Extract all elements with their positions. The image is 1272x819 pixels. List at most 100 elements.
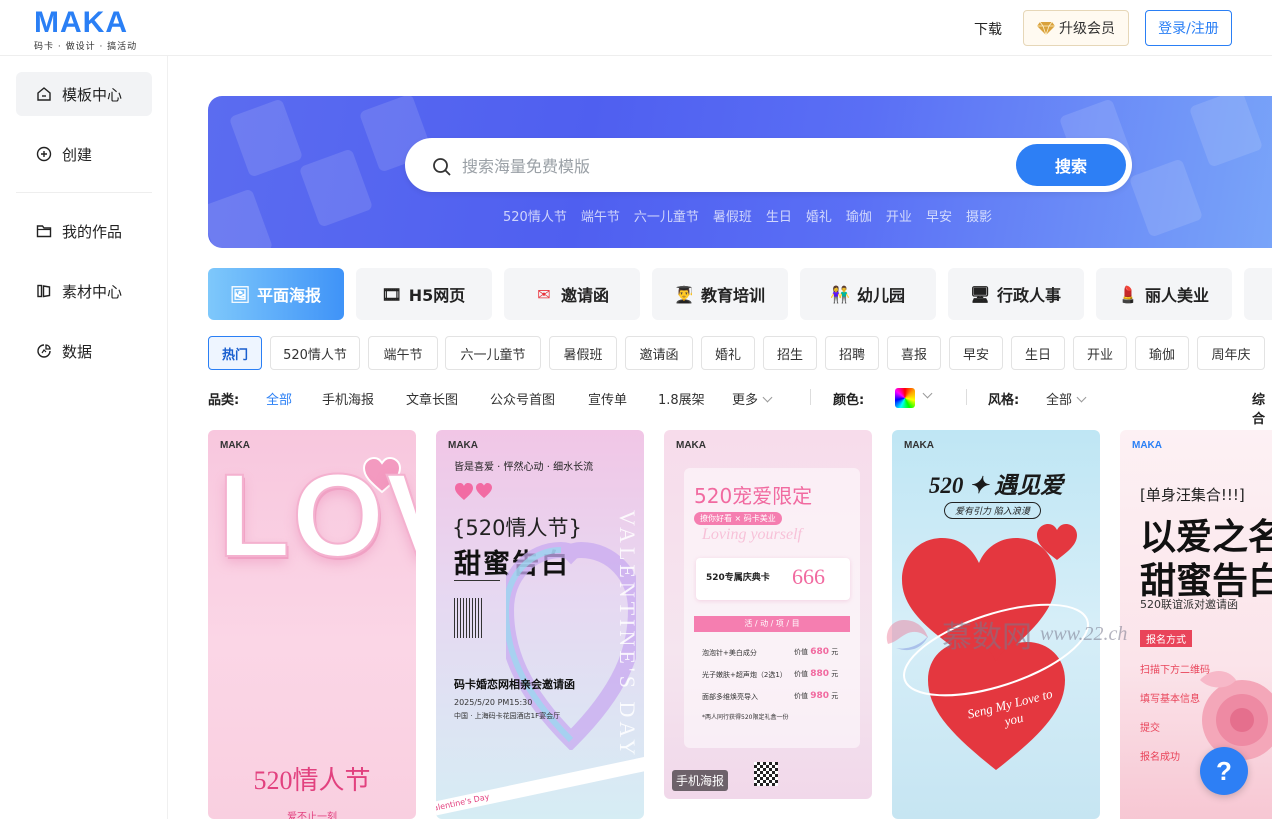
library-icon (37, 284, 51, 298)
card-event: 码卡婚恋网相亲会邀请函 (454, 678, 575, 691)
category-tab-kindergarten[interactable]: 👫 幼儿园 (800, 268, 936, 320)
filter-color-label: 颜色: (833, 393, 865, 408)
category-label: 行政人事 (996, 286, 1061, 305)
film-icon: 🎞 (381, 284, 402, 304)
style-dropdown[interactable]: 全部 (1046, 389, 1087, 408)
card-title: 520宠爱限定 (694, 484, 813, 508)
tag-chip[interactable]: 喜报 (887, 336, 941, 370)
download-link[interactable]: 下载 (974, 19, 1002, 39)
category-tab-poster[interactable]: 🖼 平面海报 (208, 268, 344, 320)
tag-chip[interactable]: 520情人节 (270, 336, 360, 370)
card-item-name: 面部多维焕亮导入 (702, 693, 758, 701)
hot-word[interactable]: 六一儿童节 (634, 206, 699, 225)
tag-chip[interactable]: 端午节 (368, 336, 438, 370)
hot-word[interactable]: 端午节 (581, 206, 620, 225)
card-section-title: 活 / 动 / 项 / 目 (694, 616, 850, 632)
tag-chip-hot[interactable]: 热门 (208, 336, 262, 370)
diamond-icon (1037, 21, 1055, 35)
filter-option[interactable]: 1.8展架 (658, 389, 705, 408)
category-tab-invitation[interactable]: ✉ 邀请函 (504, 268, 640, 320)
card-ribbon: Valentine's Day (436, 753, 644, 817)
price-label: 价值 (794, 648, 808, 656)
picture-icon: 🖼 (229, 284, 251, 304)
banner-decor (1128, 158, 1204, 238)
search-icon (433, 158, 451, 176)
chevron-down-icon (762, 392, 773, 403)
tag-chip[interactable]: 婚礼 (701, 336, 755, 370)
price-unit: 元 (831, 692, 839, 700)
barcode-decor (454, 598, 482, 638)
help-button[interactable]: ? (1200, 747, 1248, 795)
filter-category-label: 品类: (208, 393, 240, 408)
banner-decor (228, 98, 304, 178)
filter-option-all[interactable]: 全部 (266, 389, 292, 408)
sidebar-item-data[interactable]: 数据 (16, 329, 152, 373)
filter-option[interactable]: 手机海报 (322, 389, 374, 408)
hot-word[interactable]: 瑜伽 (846, 206, 872, 225)
category-tab-more[interactable] (1244, 268, 1272, 320)
voucher-label: 520专属庆典卡 (706, 573, 770, 583)
sidebar-item-create[interactable]: 创建 (16, 132, 152, 176)
template-card[interactable]: MAKA LOVE 520情人节 爱不止一刻 (208, 430, 416, 819)
card-item-name: 光子嫩肤+超声炮（2选1） (702, 671, 787, 679)
tag-chip[interactable]: 早安 (949, 336, 1003, 370)
maka-logo[interactable]: MAKA 码卡 · 做设计 · 搞活动 (34, 8, 137, 53)
tag-chip[interactable]: 瑜伽 (1135, 336, 1189, 370)
template-card[interactable]: MAKA 皆是喜爱 · 怦然心动 · 细水长流 {520情人节} 甜蜜告白 VA… (436, 430, 644, 819)
category-tab-h5[interactable]: 🎞 H5网页 (356, 268, 492, 320)
card-footnote: 爱不止一刻 (287, 812, 337, 819)
category-tab-beauty[interactable]: 💄 丽人美业 (1096, 268, 1232, 320)
filter-option[interactable]: 文章长图 (406, 389, 458, 408)
voucher-number: 666 (792, 564, 825, 589)
upgrade-vip-button[interactable]: 升级会员 (1023, 10, 1129, 46)
filter-divider (966, 389, 967, 405)
sidebar-item-material-center[interactable]: 素材中心 (16, 269, 152, 313)
template-card[interactable]: MAKA 520宠爱限定 撩你好看 × 码卡美业 Loving yourself… (664, 430, 872, 799)
hot-word[interactable]: 520情人节 (503, 206, 567, 225)
category-tab-education[interactable]: 👨‍🎓 教育培训 (652, 268, 788, 320)
color-picker-swatch[interactable] (895, 388, 915, 408)
tag-chip[interactable]: 生日 (1011, 336, 1065, 370)
card-big-text: LOVE (217, 450, 416, 582)
tag-chip[interactable]: 暑假班 (549, 336, 617, 370)
tag-chip[interactable]: 招生 (763, 336, 817, 370)
card-script: Loving yourself (702, 526, 802, 543)
template-card[interactable]: MAKA [单身汪集合!!!] 以爱之名 甜蜜告白 520联谊派对邀请函 报名方… (1120, 430, 1272, 819)
category-label: 邀请函 (560, 286, 609, 305)
category-label: 教育培训 (700, 286, 765, 305)
search-input[interactable] (462, 153, 1002, 179)
sidebar-item-template-center[interactable]: 模板中心 (16, 72, 152, 116)
sidebar-item-label: 素材中心 (62, 282, 123, 301)
filter-option[interactable]: 公众号首图 (490, 389, 555, 408)
tag-chip[interactable]: 邀请函 (625, 336, 693, 370)
filter-more-dropdown[interactable]: 更多 (732, 389, 773, 408)
sidebar-item-label: 数据 (62, 342, 93, 361)
color-dropdown[interactable] (918, 388, 933, 404)
category-tab-admin-hr[interactable]: 🖥 行政人事 (948, 268, 1084, 320)
login-register-button[interactable]: 登录/注册 (1145, 10, 1232, 46)
hot-search-words: 520情人节 端午节 六一儿童节 暑假班 生日 婚礼 瑜伽 开业 早安 摄影 (503, 206, 992, 225)
card-subtitle: 520联谊派对邀请函 (1140, 598, 1238, 611)
sidebar-item-my-works[interactable]: 我的作品 (16, 209, 152, 253)
tag-chip[interactable]: 六一儿童节 (445, 336, 541, 370)
top-header: MAKA 码卡 · 做设计 · 搞活动 下载 升级会员 登录/注册 (0, 0, 1272, 56)
sort-dropdown[interactable]: 综合 (1252, 389, 1272, 427)
monitor-icon: 🖥 (969, 284, 991, 304)
envelope-icon: ✉ (537, 284, 551, 304)
tag-chip[interactable]: 招聘 (825, 336, 879, 370)
search-button[interactable]: 搜索 (1016, 144, 1126, 186)
filter-divider (810, 389, 811, 405)
banner-decor (298, 148, 374, 228)
hot-word[interactable]: 开业 (886, 206, 912, 225)
tag-chip[interactable]: 周年庆 (1197, 336, 1265, 370)
hot-word[interactable]: 生日 (766, 206, 792, 225)
sidebar-item-label: 创建 (62, 145, 93, 164)
hot-word[interactable]: 摄影 (966, 206, 992, 225)
filter-option[interactable]: 宣传单 (588, 389, 627, 408)
hot-word[interactable]: 婚礼 (806, 206, 832, 225)
hot-word[interactable]: 早安 (926, 206, 952, 225)
hot-word[interactable]: 暑假班 (713, 206, 752, 225)
sidebar-item-label: 模板中心 (62, 85, 123, 104)
tag-chip[interactable]: 开业 (1073, 336, 1127, 370)
sidebar-divider (16, 192, 152, 193)
